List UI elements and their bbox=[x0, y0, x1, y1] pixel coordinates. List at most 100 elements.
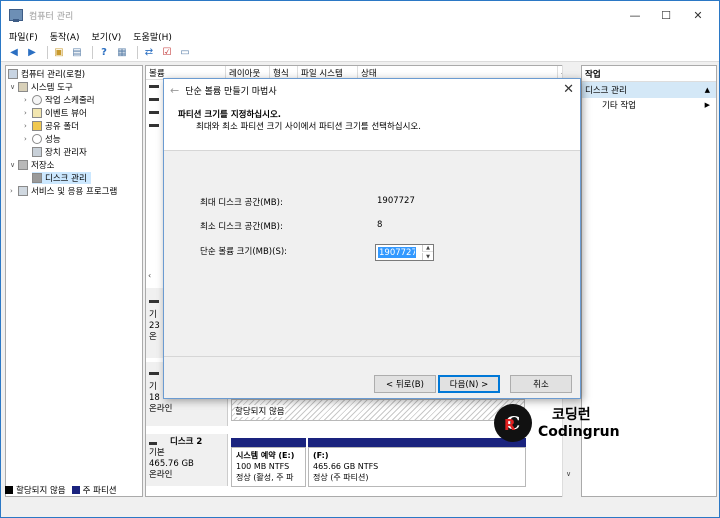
tree-item-label: 성능 bbox=[45, 135, 61, 145]
tree-item-label: 컴퓨터 관리(로컬) bbox=[21, 70, 86, 80]
view-list-icon[interactable]: ▭ bbox=[178, 46, 192, 59]
volume-size-stepper[interactable]: ▲ ▼ bbox=[375, 244, 434, 261]
chevron-right-icon[interactable]: › bbox=[24, 122, 32, 130]
tree-item-label: 공유 폴더 bbox=[45, 122, 79, 132]
tree-item-disk-management[interactable]: 디스크 관리 bbox=[32, 172, 91, 184]
unallocated-region[interactable]: 할당되지 않음 bbox=[231, 399, 525, 421]
max-space-value: 1907727 bbox=[377, 196, 415, 206]
tree-item-services-apps[interactable]: › 서비스 및 응용 프로그램 bbox=[10, 185, 117, 197]
chevron-right-icon[interactable]: › bbox=[10, 187, 18, 195]
disk-icon bbox=[149, 300, 159, 303]
back-arrow-icon[interactable]: ← bbox=[170, 84, 179, 97]
actions-selected-label: 디스크 관리 bbox=[585, 86, 627, 96]
actions-more[interactable]: 기타 작업 ▶ bbox=[582, 98, 716, 112]
actions-more-label: 기타 작업 bbox=[602, 101, 636, 111]
dialog-footer-divider bbox=[164, 356, 580, 357]
disk-size: 23 bbox=[149, 321, 160, 331]
chevron-down-icon[interactable]: ∨ bbox=[10, 161, 18, 169]
shared-folder-icon bbox=[32, 121, 42, 131]
dialog-title-bar: ← 단순 볼륨 만들기 마법사 ✕ bbox=[164, 79, 580, 101]
show-hide-tree-icon[interactable]: ▤ bbox=[70, 46, 84, 59]
next-button[interactable]: 다음(N) > bbox=[438, 375, 500, 393]
codingrun-watermark-logo: C R 코딩런 Codingrun bbox=[494, 404, 624, 444]
tree-item-label: 디스크 관리 bbox=[45, 174, 87, 184]
tree-item-shared-folders[interactable]: › 공유 폴더 bbox=[24, 120, 79, 132]
disk-icon bbox=[149, 372, 159, 375]
tree-item-system-tools[interactable]: ∨ 시스템 도구 bbox=[10, 81, 73, 93]
forward-arrow-icon[interactable]: ▶ bbox=[25, 46, 39, 59]
cancel-button[interactable]: 취소 bbox=[510, 375, 572, 393]
partition-f[interactable]: (F:) 465.66 GB NTFS 정상 (주 파티션) bbox=[308, 447, 526, 487]
dialog-close-button[interactable]: ✕ bbox=[563, 82, 574, 97]
chevron-right-icon[interactable]: › bbox=[24, 135, 32, 143]
disk-2-name: 디스크 2 bbox=[170, 437, 203, 447]
tree-item-label: 장치 관리자 bbox=[45, 148, 87, 158]
actions-disk-management[interactable]: 디스크 관리 ▲ bbox=[582, 82, 716, 98]
partition-e[interactable]: 시스템 예약 (E:) 100 MB NTFS 정상 (활성, 주 파 bbox=[231, 447, 306, 487]
tree-item-label: 이벤트 뷰어 bbox=[45, 109, 87, 119]
legend-unallocated-label: 할당되지 않음 bbox=[16, 486, 66, 496]
partition-f-size: 465.66 GB NTFS bbox=[313, 462, 379, 471]
collapse-up-icon[interactable]: ▲ bbox=[705, 86, 710, 94]
menu-help[interactable]: 도움말(H) bbox=[133, 30, 172, 43]
partition-f-name: (F:) bbox=[313, 451, 329, 460]
window-title: 컴퓨터 관리 bbox=[29, 11, 74, 22]
menu-file[interactable]: 파일(F) bbox=[9, 30, 38, 43]
scroll-left-icon[interactable]: ‹ bbox=[148, 271, 151, 280]
toolbar-divider bbox=[47, 45, 48, 59]
min-space-value: 8 bbox=[377, 220, 383, 230]
volume-row-marker[interactable] bbox=[149, 124, 159, 127]
menu-action[interactable]: 동작(A) bbox=[50, 30, 80, 43]
submenu-arrow-icon: ▶ bbox=[704, 101, 710, 109]
logo-mark-r: R bbox=[504, 416, 516, 434]
volume-row-marker[interactable] bbox=[149, 98, 159, 101]
legend-primary-label: 주 파티션 bbox=[82, 486, 117, 496]
stepper-up-icon[interactable]: ▲ bbox=[422, 245, 433, 252]
volume-row-marker[interactable] bbox=[149, 111, 159, 114]
simple-volume-wizard-dialog: ← 단순 볼륨 만들기 마법사 ✕ 파티션 크기를 지정하십시오. 최대와 최소… bbox=[163, 78, 581, 399]
unallocated-label: 할당되지 않음 bbox=[235, 405, 285, 417]
tree-item-label: 서비스 및 응용 프로그램 bbox=[31, 187, 118, 197]
disk-2-status: 온라인 bbox=[149, 470, 173, 480]
chevron-right-icon[interactable]: › bbox=[24, 96, 32, 104]
up-folder-icon[interactable]: ▣ bbox=[52, 46, 66, 59]
tree-item-task-scheduler[interactable]: › 작업 스케줄러 bbox=[24, 94, 95, 106]
partition-f-status: 정상 (주 파티션) bbox=[313, 473, 369, 482]
chevron-down-icon[interactable]: ∨ bbox=[10, 83, 18, 91]
tree-item-storage[interactable]: ∨ 저장소 bbox=[10, 159, 54, 171]
connect-icon[interactable]: ⇄ bbox=[142, 46, 156, 59]
disk-2-info: 디스크 2 기본 465.76 GB 온라인 bbox=[146, 434, 228, 486]
computer-icon bbox=[8, 69, 18, 79]
legend-primary-swatch bbox=[71, 486, 80, 494]
close-button[interactable]: ✕ bbox=[681, 1, 715, 29]
tree-item-performance[interactable]: › 성능 bbox=[24, 133, 61, 145]
performance-gauge-icon bbox=[32, 134, 42, 144]
tree-item-device-manager[interactable]: 장치 관리자 bbox=[32, 146, 87, 158]
disk-icon bbox=[32, 173, 42, 183]
toolbar-divider bbox=[92, 45, 93, 59]
scroll-down-icon[interactable]: ∨ bbox=[566, 470, 571, 478]
menu-view[interactable]: 보기(V) bbox=[92, 30, 122, 43]
tree-item-label: 작업 스케줄러 bbox=[45, 96, 95, 106]
properties-icon[interactable]: ▦ bbox=[115, 46, 129, 59]
disk-status: 온 bbox=[149, 332, 157, 342]
menu-bar: 파일(F) 동작(A) 보기(V) 도움말(H) bbox=[1, 29, 719, 43]
checklist-icon[interactable]: ☑ bbox=[160, 46, 174, 59]
toolbar: ◀ ▶ ▣ ▤ ? ▦ ⇄ ☑ ▭ bbox=[1, 43, 719, 62]
help-icon[interactable]: ? bbox=[97, 46, 111, 59]
back-button[interactable]: < 뒤로(B) bbox=[374, 375, 436, 393]
volume-size-input[interactable] bbox=[378, 247, 416, 258]
back-arrow-icon[interactable]: ◀ bbox=[7, 46, 21, 59]
volume-row-marker[interactable] bbox=[149, 85, 159, 88]
min-space-label: 최소 디스크 공간(MB): bbox=[200, 222, 283, 232]
tree-item-event-viewer[interactable]: › 이벤트 뷰어 bbox=[24, 107, 87, 119]
actions-header: 작업 bbox=[582, 66, 716, 82]
toolbar-divider bbox=[137, 45, 138, 59]
chevron-right-icon[interactable]: › bbox=[24, 109, 32, 117]
maximize-button[interactable]: ☐ bbox=[649, 1, 683, 29]
volume-size-label: 단순 볼륨 크기(MB)(S): bbox=[200, 247, 288, 257]
stepper-down-icon[interactable]: ▼ bbox=[422, 253, 433, 260]
tree-item-computer-management[interactable]: 컴퓨터 관리(로컬) bbox=[8, 68, 85, 80]
minimize-button[interactable]: — bbox=[618, 1, 652, 29]
event-log-icon bbox=[32, 108, 42, 118]
